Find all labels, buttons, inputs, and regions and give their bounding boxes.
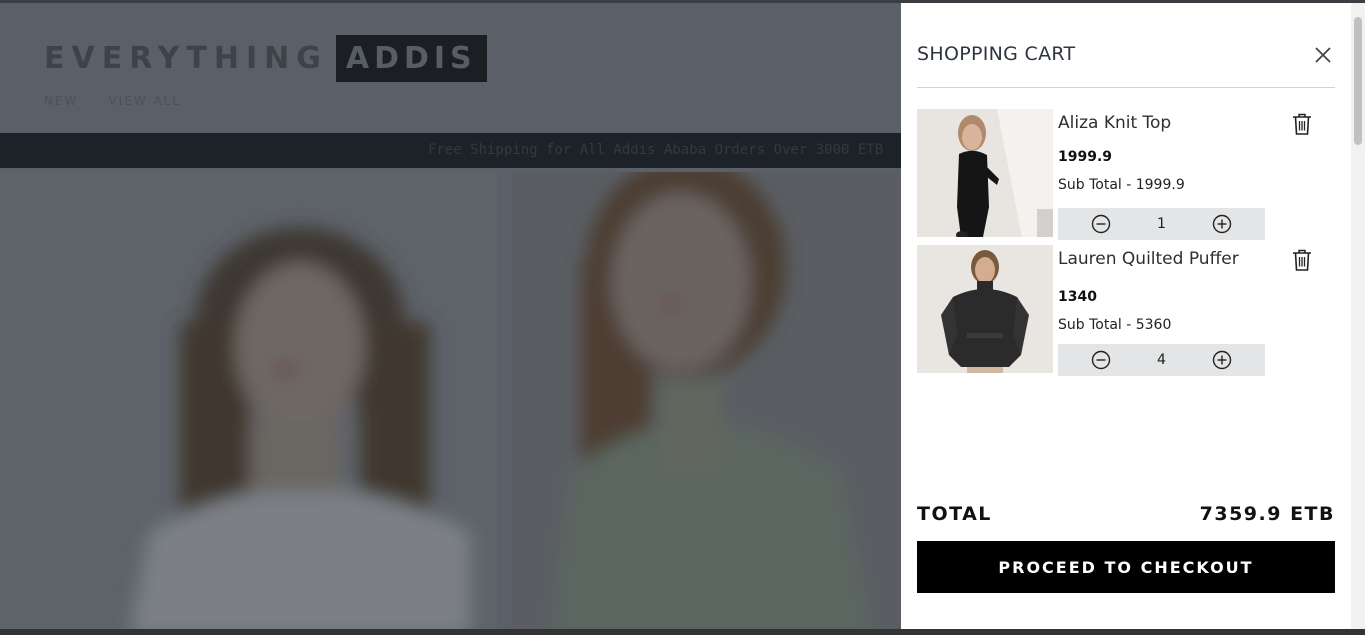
quantity-value: 4: [1157, 352, 1166, 368]
minus-circle-icon[interactable]: [1091, 350, 1111, 370]
hero-right-illustration: [511, 172, 901, 635]
store-logo: EVERYTHING ADDIS: [44, 33, 487, 83]
cart-item: Aliza Knit Top 1999.9 Sub Total - 1999.9…: [917, 109, 1337, 240]
drawer-scrollbar-thumb[interactable]: [1354, 17, 1362, 145]
product-image-aliza: [917, 109, 1053, 237]
quantity-value: 1: [1157, 216, 1166, 232]
hero-image-left: [0, 172, 497, 635]
quantity-stepper: 1: [1058, 208, 1265, 240]
promo-banner: Free Shipping for All Addis Ababa Orders…: [0, 133, 901, 168]
product-name[interactable]: Lauren Quilted Puffer: [1058, 249, 1239, 269]
trash-icon[interactable]: [1291, 248, 1313, 272]
drawer-scrollbar[interactable]: [1351, 3, 1365, 629]
cart-title: SHOPPING CART: [917, 43, 1076, 65]
plus-circle-icon[interactable]: [1212, 350, 1232, 370]
main-nav: NEW VIEW ALL: [44, 94, 181, 108]
product-price: 1340: [1058, 289, 1097, 305]
hero-left-illustration: [0, 172, 497, 635]
minus-circle-icon[interactable]: [1091, 214, 1111, 234]
promo-banner-text: Free Shipping for All Addis Ababa Orders…: [428, 142, 884, 158]
nav-item-new: NEW: [44, 94, 79, 108]
logo-secondary-text: ADDIS: [335, 34, 487, 82]
plus-circle-icon[interactable]: [1212, 214, 1232, 234]
product-image[interactable]: [917, 109, 1053, 237]
quantity-stepper: 4: [1058, 344, 1265, 376]
product-image[interactable]: [917, 245, 1053, 373]
proceed-to-checkout-button[interactable]: PROCEED TO CHECKOUT: [917, 541, 1335, 593]
hero-image-right: [511, 172, 901, 635]
product-name[interactable]: Aliza Knit Top: [1058, 113, 1171, 133]
trash-icon[interactable]: [1291, 112, 1313, 136]
cart-item: Lauren Quilted Puffer 1340 Sub Total - 5…: [917, 245, 1337, 376]
total-label: TOTAL: [917, 503, 992, 525]
product-image-lauren: [917, 245, 1053, 373]
product-subtotal: Sub Total - 1999.9: [1058, 177, 1185, 193]
close-icon[interactable]: [1313, 45, 1333, 65]
cart-divider: [917, 87, 1335, 88]
bottom-strip: [0, 629, 1365, 635]
total-value: 7359.9 ETB: [1199, 503, 1335, 525]
product-subtotal: Sub Total - 5360: [1058, 317, 1172, 333]
cart-drawer: SHOPPING CART Aliza Knit Top 1999.9 Sub …: [901, 3, 1351, 629]
logo-primary-text: EVERYTHING: [44, 40, 328, 76]
nav-item-view-all: VIEW ALL: [108, 94, 182, 108]
product-price: 1999.9: [1058, 149, 1113, 165]
